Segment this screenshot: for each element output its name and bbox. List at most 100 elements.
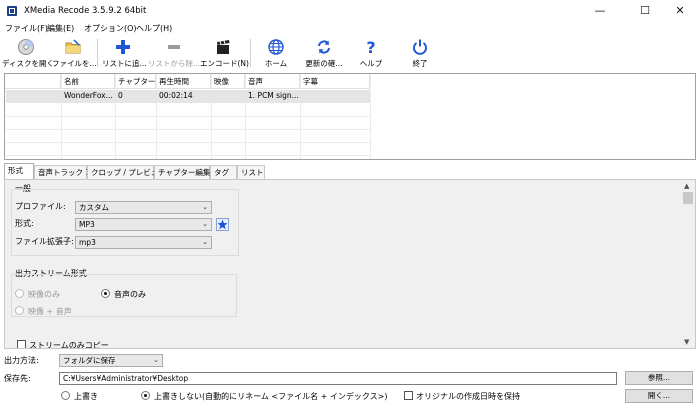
- plus-icon: [116, 40, 130, 54]
- radio-audio-only[interactable]: [101, 289, 110, 298]
- profile-select[interactable]: カスタム ⌄: [75, 201, 212, 214]
- panel-scrollbar[interactable]: ▲ ▼: [681, 180, 695, 348]
- scroll-up-icon[interactable]: ▲: [684, 182, 689, 190]
- menu-options[interactable]: オプション(O): [84, 23, 137, 34]
- title-bar: XMedia Recode 3.5.9.2 64bit — ☐ ✕: [0, 0, 700, 22]
- toolbar-separator: [97, 39, 98, 67]
- stream-copy-checkbox[interactable]: [17, 340, 26, 348]
- grid-line: [370, 74, 371, 159]
- menu-bar: ファイル(F) 編集(E) オプション(O) ヘルプ(H): [0, 22, 700, 36]
- audio-only-label: 音声のみ: [114, 290, 146, 299]
- cell-duration: 00:02:14: [159, 91, 193, 100]
- radio-no-overwrite[interactable]: [141, 391, 150, 400]
- tab-tags[interactable]: タグ: [210, 165, 237, 179]
- format-label: 形式:: [15, 219, 34, 228]
- tab-list[interactable]: リスト: [237, 165, 265, 179]
- chevron-down-icon: ⌄: [153, 356, 159, 364]
- toolbar: ディスクを開く ファイルを... リストに追... リストから除... エンコー…: [0, 36, 700, 72]
- column-header-chapter[interactable]: チャプター: [115, 74, 156, 89]
- favorite-star-button[interactable]: [216, 218, 229, 231]
- svg-text:?: ?: [366, 38, 375, 56]
- column-header-audio[interactable]: 音声: [245, 74, 300, 89]
- grid-line: [61, 74, 62, 159]
- radio-video-only[interactable]: [15, 289, 24, 298]
- grid-line: [300, 74, 301, 159]
- column-header-subtitle[interactable]: 字幕: [300, 74, 370, 89]
- format-select[interactable]: MP3 ⌄: [75, 218, 212, 231]
- radio-video-audio[interactable]: [15, 306, 24, 315]
- overwrite-label: 上書き: [74, 392, 98, 401]
- grid-line: [211, 74, 212, 159]
- profile-label: プロファイル:: [15, 202, 66, 211]
- open-disc-button[interactable]: ディスクを開く: [2, 36, 54, 70]
- extension-label: ファイル拡張子:: [15, 237, 74, 246]
- menu-help[interactable]: ヘルプ(H): [136, 23, 172, 34]
- minus-icon: [168, 45, 180, 49]
- check-update-button[interactable]: 更新の確...: [300, 36, 348, 70]
- output-method-label: 出力方法:: [4, 356, 39, 365]
- stream-copy-label: ストリームのみコピー: [29, 341, 109, 349]
- grid-line: [115, 74, 116, 159]
- menu-file[interactable]: ファイル(F): [5, 23, 48, 34]
- output-method-select[interactable]: フォルダに保存 ⌄: [59, 354, 163, 367]
- add-to-list-button[interactable]: リストに追...: [102, 36, 147, 70]
- power-icon: [413, 39, 427, 55]
- extension-select[interactable]: mp3 ⌄: [75, 236, 212, 249]
- tab-audio-track[interactable]: 音声トラック 1: [34, 165, 90, 179]
- destination-path-field[interactable]: C:¥Users¥Administrator¥Desktop: [59, 372, 617, 385]
- no-overwrite-label: 上書きしない(自動的にリネーム <ファイル名 + インデックス>): [154, 392, 388, 401]
- grid-line: [5, 129, 370, 130]
- grid-line: [5, 116, 370, 117]
- open-folder-button[interactable]: 開く...: [625, 389, 693, 403]
- remove-from-list-button[interactable]: リストから除...: [148, 36, 200, 70]
- radio-overwrite[interactable]: [61, 391, 70, 400]
- tab-format[interactable]: 形式: [4, 163, 34, 179]
- chevron-down-icon: ⌄: [202, 238, 208, 246]
- window-title: XMedia Recode 3.5.9.2 64bit: [24, 6, 147, 16]
- keep-date-checkbox[interactable]: [404, 391, 413, 400]
- help-button[interactable]: ? ヘルプ: [352, 36, 390, 70]
- destination-label: 保存先:: [4, 374, 31, 383]
- question-icon: ?: [366, 38, 375, 56]
- toolbar-separator: [250, 39, 251, 67]
- column-header-blank: [5, 74, 61, 89]
- grid-line: [156, 74, 157, 159]
- video-audio-label: 映像 + 音声: [28, 307, 72, 316]
- grid-line: [5, 142, 370, 143]
- cell-audio: 1. PCM sign...: [248, 91, 299, 100]
- globe-icon: [268, 39, 284, 55]
- clapper-icon: [217, 40, 230, 54]
- minimize-button[interactable]: —: [580, 0, 620, 22]
- maximize-button[interactable]: ☐: [625, 0, 665, 22]
- tab-chapter-edit[interactable]: チャプター編集: [154, 165, 210, 179]
- chevron-down-icon: ⌄: [202, 220, 208, 228]
- column-header-video[interactable]: 映像: [211, 74, 245, 89]
- star-icon: [217, 219, 228, 230]
- cell-name: WonderFox...: [64, 91, 113, 100]
- chevron-down-icon: ⌄: [202, 203, 208, 211]
- folder-icon: [65, 39, 81, 54]
- browse-button[interactable]: 参照...: [625, 371, 693, 385]
- grid-line: [245, 74, 246, 159]
- scroll-thumb[interactable]: [683, 192, 693, 204]
- menu-edit[interactable]: 編集(E): [47, 23, 74, 34]
- tab-bar: 形式 音声トラック 1 クロップ / プレビュー チャプター編集 タグ リスト: [4, 163, 696, 179]
- grid-line: [5, 155, 370, 156]
- refresh-icon: [318, 40, 330, 54]
- open-file-button[interactable]: ファイルを...: [52, 36, 97, 70]
- column-header-name[interactable]: 名前: [61, 74, 115, 89]
- close-button[interactable]: ✕: [660, 0, 700, 22]
- file-list[interactable]: 名前 チャプター 再生時間 映像 音声 字幕 WonderFox... 0 00…: [4, 73, 696, 160]
- column-header-duration[interactable]: 再生時間: [156, 74, 211, 89]
- format-panel: 一般 プロファイル: カスタム ⌄ 形式: MP3 ⌄ ファイル拡張子: mp3 ⌄ …: [4, 179, 696, 349]
- disc-icon: [18, 39, 34, 55]
- encode-button[interactable]: エンコード(N): [200, 36, 249, 70]
- tab-crop-preview[interactable]: クロップ / プレビュー: [87, 165, 166, 179]
- scroll-down-icon[interactable]: ▼: [684, 338, 689, 346]
- cell-chapter: 0: [118, 91, 123, 100]
- exit-button[interactable]: 終了: [400, 36, 440, 70]
- home-button[interactable]: ホーム: [256, 36, 296, 70]
- video-only-label: 映像のみ: [28, 290, 60, 299]
- keep-date-label: オリジナルの作成日時を保持: [416, 392, 520, 401]
- app-logo-icon: [6, 5, 18, 17]
